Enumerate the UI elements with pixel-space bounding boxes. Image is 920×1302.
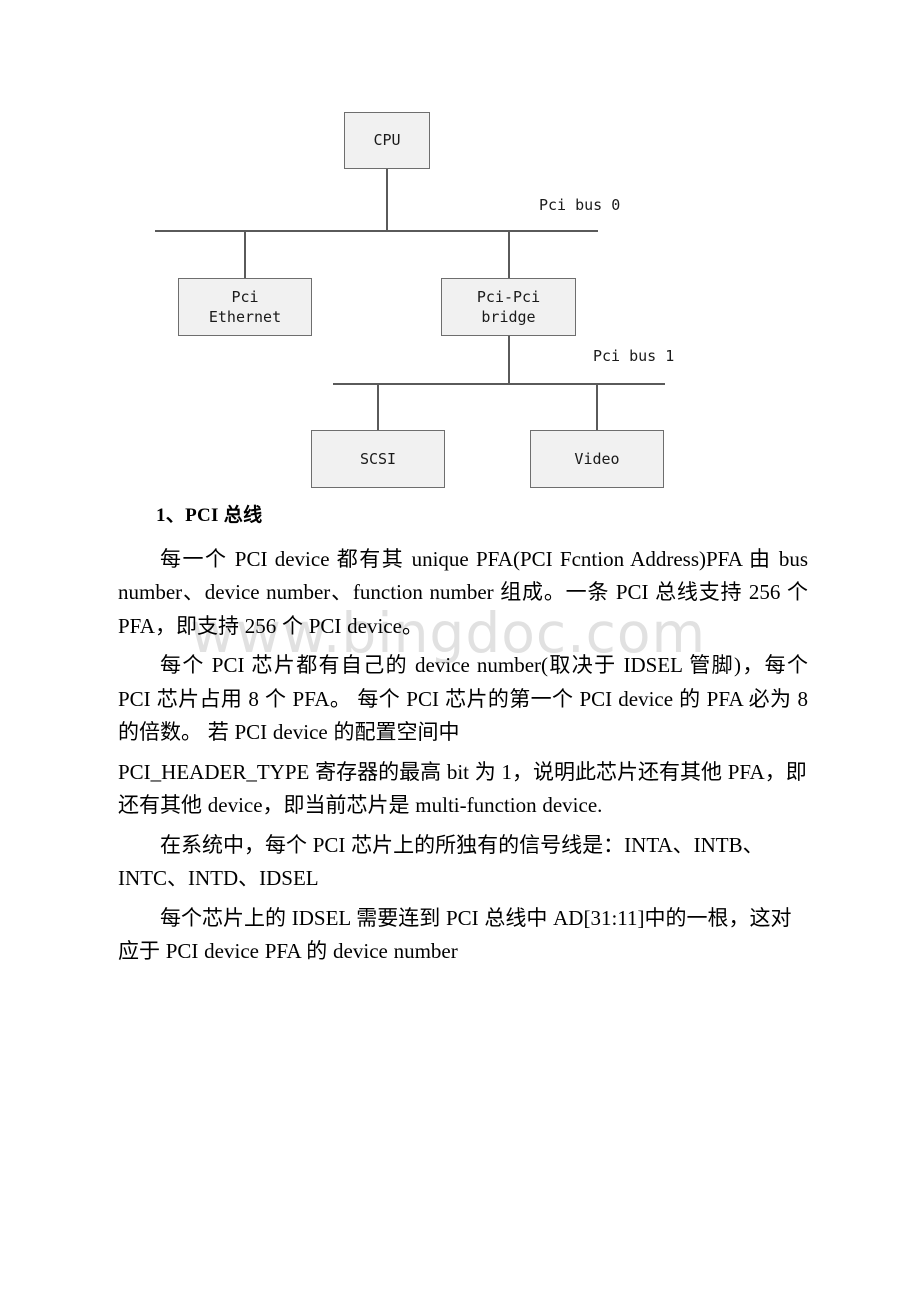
- bus-label-0: Pci bus 0: [539, 196, 621, 214]
- wire-bus1-to-scsi: [377, 383, 379, 431]
- diagram-node-pci-pci-bridge: Pci-Pci bridge: [441, 278, 576, 336]
- body-paragraph: 在系统中，每个 PCI 芯片上的所独有的信号线是：INTA、INTB、INTC、…: [118, 832, 764, 891]
- wire-bus1-to-video: [596, 383, 598, 431]
- bus-line-0: [155, 230, 598, 232]
- wire-bus0-to-bridge: [508, 230, 510, 279]
- diagram-node-pci-ethernet: Pci Ethernet: [178, 278, 312, 336]
- body-paragraph: 每个 PCI 芯片都有自己的 device number(取决于 IDSEL 管…: [118, 653, 808, 745]
- diagram-node-video: Video: [530, 430, 664, 488]
- body-paragraph: 每个芯片上的 IDSEL 需要连到 PCI 总线中 AD[31:11]中的一根，…: [118, 905, 792, 964]
- bus-line-1: [333, 383, 665, 385]
- body-paragraph: 每一个 PCI device 都有其 unique PFA(PCI Fcntio…: [118, 546, 808, 638]
- document-body: 1、PCI 总线 每一个 PCI device 都有其 unique PFA(P…: [118, 503, 808, 975]
- wire-cpu-to-bus0: [386, 169, 388, 231]
- section-heading: 1、PCI 总线: [156, 505, 263, 526]
- bus-label-1: Pci bus 1: [593, 347, 675, 365]
- wire-bridge-to-bus1: [508, 336, 510, 384]
- pci-bus-topology-diagram: Pci bus 0 Pci bus 1 CPU Pci Ethernet Pci…: [0, 0, 920, 500]
- wire-bus0-to-ethernet: [244, 230, 246, 279]
- document-page: www.bingdoc.com Pci bus 0 Pci bus 1 CPU …: [0, 0, 920, 1302]
- diagram-node-cpu: CPU: [344, 112, 430, 169]
- body-paragraph: PCI_HEADER_TYPE 寄存器的最高 bit 为 1，说明此芯片还有其他…: [118, 759, 807, 818]
- diagram-node-scsi: SCSI: [311, 430, 445, 488]
